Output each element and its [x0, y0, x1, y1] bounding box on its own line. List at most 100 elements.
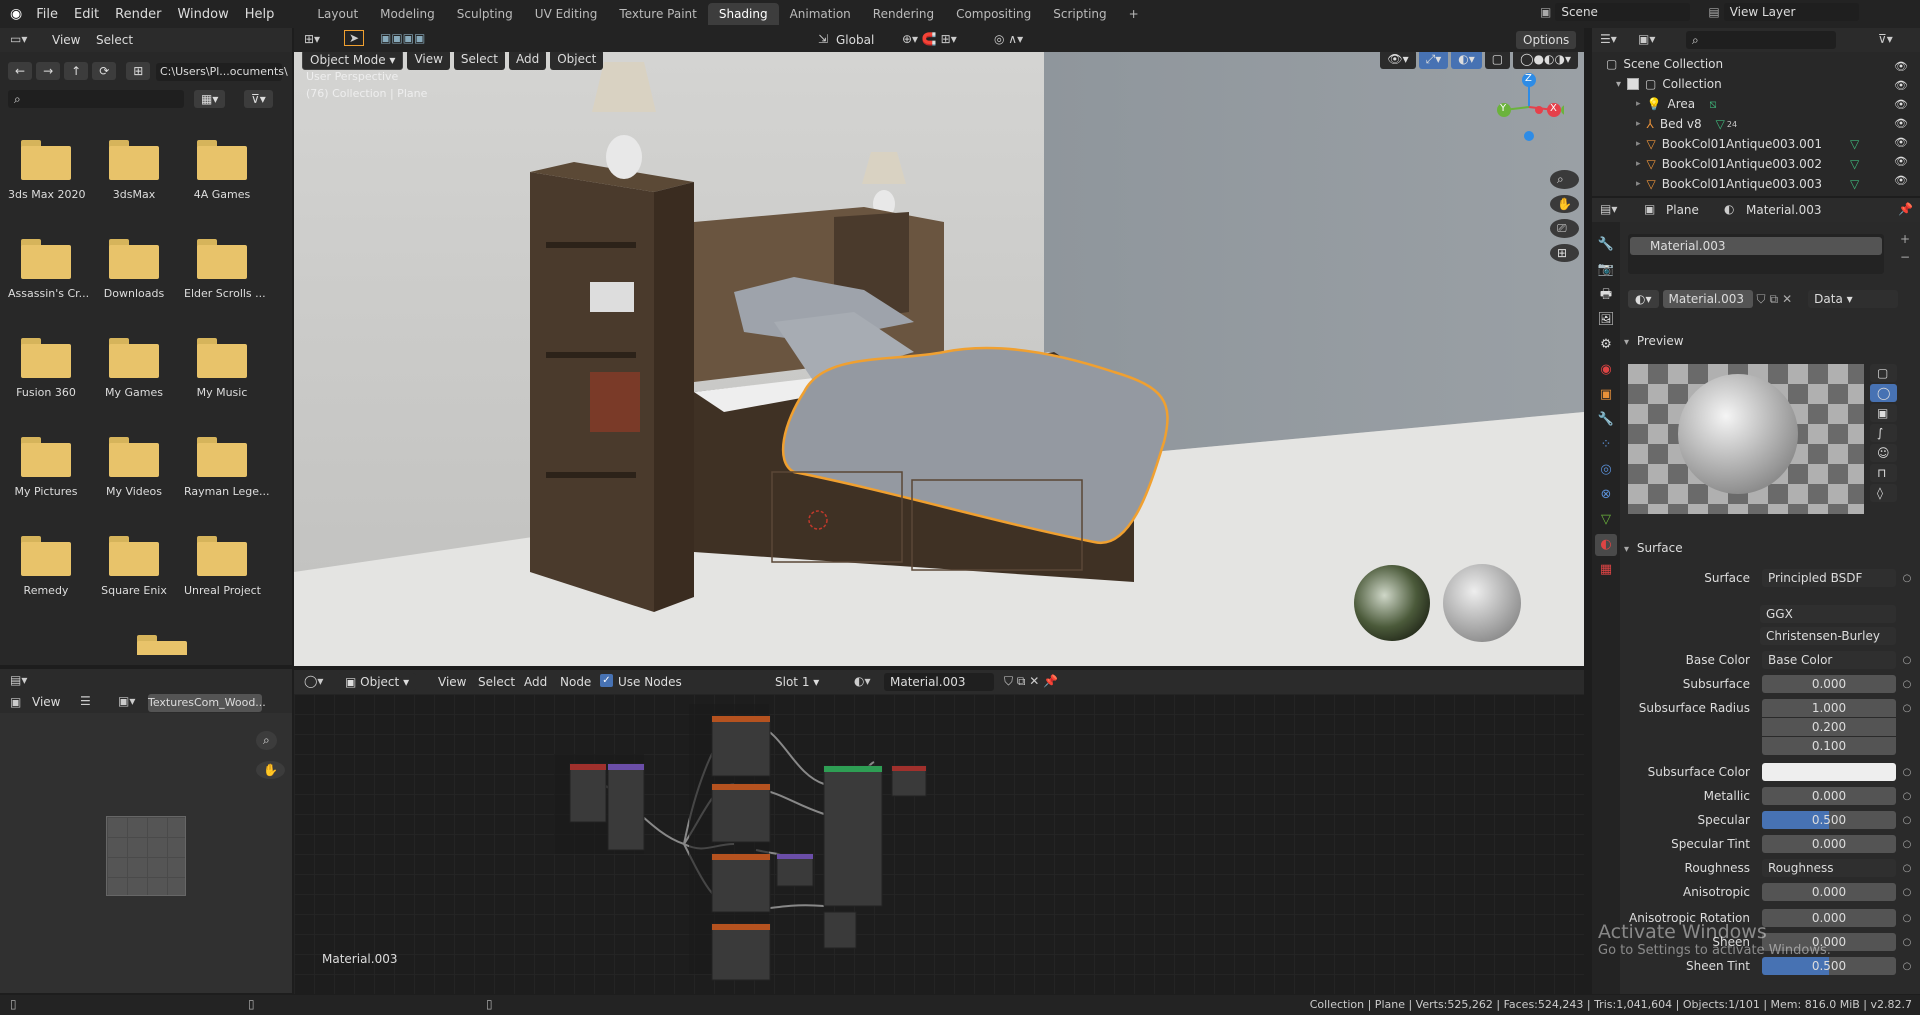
- keyframe-dot-icon[interactable]: ○: [1902, 703, 1912, 714]
- keyframe-dot-icon[interactable]: ○: [1902, 961, 1912, 972]
- eye-icon[interactable]: 👁: [1894, 60, 1908, 73]
- outliner-item[interactable]: ▸ ⅄ Bed v8 ▽ 24: [1592, 114, 1902, 134]
- duplicate-icon[interactable]: ⧉: [1770, 292, 1779, 307]
- tab-texture-paint[interactable]: Texture Paint: [608, 3, 707, 25]
- menu-file[interactable]: File: [28, 7, 66, 22]
- outliner-item[interactable]: ▸ 💡 Area ⧅: [1592, 94, 1902, 114]
- eye-icon[interactable]: 👁: [1894, 98, 1908, 111]
- tab-scripting[interactable]: Scripting: [1042, 3, 1117, 25]
- tab-rendering[interactable]: Rendering: [862, 3, 945, 25]
- editor-type-icon[interactable]: ⊞▾: [304, 32, 320, 46]
- editor-type-icon[interactable]: ☰▾: [1600, 32, 1617, 46]
- display-mode-icon[interactable]: ▣▾: [1638, 32, 1655, 46]
- physics-tab-icon[interactable]: ◎: [1595, 459, 1617, 481]
- editor-type-icon[interactable]: ▭▾: [10, 32, 27, 46]
- property-value-field[interactable]: [1762, 763, 1896, 781]
- property-value-field[interactable]: Roughness: [1762, 859, 1896, 877]
- expand-arrow-icon[interactable]: ▸: [1636, 119, 1641, 129]
- texture-tab-icon[interactable]: ▦: [1595, 559, 1617, 581]
- viewport[interactable]: User Perspective (76) Collection | Plane…: [294, 52, 1584, 666]
- material-browse-icon[interactable]: ◐▾: [854, 674, 871, 688]
- output-tab-icon[interactable]: 🖶: [1595, 284, 1617, 306]
- file-search-input[interactable]: ⌕: [8, 90, 184, 108]
- property-value-field[interactable]: Principled BSDF: [1762, 569, 1896, 587]
- node-menu-node[interactable]: Node: [560, 675, 591, 689]
- camera-icon[interactable]: ⎚: [1550, 219, 1579, 238]
- data-tab-icon[interactable]: ▽: [1595, 509, 1617, 531]
- editor-type-icon[interactable]: ◯▾: [304, 674, 323, 688]
- blender-logo-icon[interactable]: ◉: [0, 6, 28, 22]
- material-slot-list[interactable]: Material.003: [1628, 234, 1884, 274]
- expand-arrow-icon[interactable]: ▸: [1636, 159, 1641, 169]
- outliner-search-input[interactable]: ⌕: [1686, 31, 1836, 49]
- collection-checkbox[interactable]: [1627, 78, 1640, 90]
- display-mode-icon[interactable]: ▦▾: [194, 90, 226, 108]
- eye-icon[interactable]: 👁: [1894, 174, 1908, 187]
- gizmo-icon[interactable]: ⤢▾: [1418, 52, 1449, 69]
- property-value-field[interactable]: 1.000: [1762, 699, 1896, 717]
- tool-tab-icon[interactable]: 🔧: [1595, 234, 1617, 256]
- modifier-tab-icon[interactable]: 🔧: [1595, 409, 1617, 431]
- xray-icon[interactable]: ▢: [1484, 52, 1511, 69]
- outliner-item[interactable]: ▸ ▽ BookCol01Antique003.001 ▽: [1592, 134, 1902, 154]
- tab-uv-editing[interactable]: UV Editing: [524, 3, 609, 25]
- overlay-icon[interactable]: ◐▾: [1451, 52, 1482, 69]
- image-browse-icon[interactable]: ▣▾: [118, 694, 135, 708]
- menu-select[interactable]: Select: [96, 33, 133, 47]
- folder-item[interactable]: Square Enix: [96, 536, 172, 616]
- world-tab-icon[interactable]: ◉: [1595, 359, 1617, 381]
- pan-hand-icon[interactable]: ✋: [1550, 195, 1579, 213]
- outliner-scene-collection[interactable]: ▢ Scene Collection: [1592, 54, 1902, 74]
- tab-shading[interactable]: Shading: [707, 3, 779, 25]
- editor-type-icon[interactable]: ▤▾: [10, 673, 27, 687]
- folder-item[interactable]: Unreal Project: [184, 536, 261, 616]
- scene-field[interactable]: Scene: [1555, 3, 1691, 21]
- preview-fluid-icon[interactable]: ◊: [1870, 484, 1898, 502]
- preview-cloth-icon[interactable]: ⊓: [1870, 464, 1898, 482]
- image-mode-icon[interactable]: ▣: [10, 695, 21, 709]
- expand-arrow-icon[interactable]: ▸: [1636, 179, 1641, 189]
- expand-arrow-icon[interactable]: ▸: [1636, 139, 1641, 149]
- material-actions-icons[interactable]: ⛉ ⧉ ✕ 📌: [1004, 674, 1058, 689]
- keyframe-dot-icon[interactable]: ○: [1902, 913, 1912, 924]
- outliner-item[interactable]: ▸ ▽ BookCol01Antique003.002 ▽: [1592, 154, 1902, 174]
- eye-icon[interactable]: 👁: [1894, 117, 1908, 130]
- node-menu-add[interactable]: Add: [524, 675, 547, 689]
- slot-dropdown[interactable]: Slot 1 ▾: [768, 673, 840, 691]
- visibility-icon[interactable]: 👁▾: [1380, 52, 1416, 69]
- property-value-field[interactable]: 0.500: [1762, 957, 1896, 975]
- view-layer-tab-icon[interactable]: 🖼: [1595, 309, 1617, 331]
- keyframe-dot-icon[interactable]: ○: [1902, 679, 1912, 690]
- scene-tab-icon[interactable]: ⚙: [1595, 334, 1617, 356]
- pin-icon[interactable]: 📌: [1898, 202, 1913, 216]
- object-mode-dropdown[interactable]: Object Mode ▾: [302, 52, 404, 70]
- folder-item[interactable]: 3dsMax: [96, 140, 172, 220]
- menu-render[interactable]: Render: [107, 7, 169, 22]
- expand-arrow-icon[interactable]: ▸: [1636, 99, 1641, 109]
- property-value-field[interactable]: 0.100: [1762, 737, 1896, 755]
- eye-icon[interactable]: 👁: [1894, 136, 1908, 149]
- folder-item[interactable]: Downloads: [96, 239, 172, 319]
- eye-icon[interactable]: 👁: [1894, 155, 1908, 168]
- property-value-field[interactable]: GGX: [1760, 605, 1896, 623]
- image-name-field[interactable]: TexturesCom_Wood...: [148, 694, 266, 712]
- node-menu-view[interactable]: View: [438, 675, 466, 689]
- folder-item[interactable]: 3ds Max 2020: [8, 140, 85, 220]
- tab-compositing[interactable]: Compositing: [945, 3, 1042, 25]
- viewport-menu-view[interactable]: View: [407, 52, 450, 70]
- link-dropdown[interactable]: Data ▾: [1808, 290, 1899, 308]
- node-editor[interactable]: Material.003: [294, 694, 1584, 994]
- pivot-icon[interactable]: ⊕▾ 🧲 ⊞▾: [902, 32, 957, 46]
- material-tab-icon[interactable]: ◐: [1595, 534, 1617, 556]
- keyframe-dot-icon[interactable]: ○: [1902, 573, 1912, 584]
- tab-animation[interactable]: Animation: [779, 3, 862, 25]
- unlink-icon[interactable]: ✕: [1782, 292, 1792, 306]
- tab-modeling[interactable]: Modeling: [369, 3, 446, 25]
- property-value-field[interactable]: 0.000: [1762, 675, 1896, 693]
- property-value-field[interactable]: 0.000: [1762, 787, 1896, 805]
- keyframe-dot-icon[interactable]: ○: [1902, 815, 1912, 826]
- property-value-field[interactable]: Christensen-Burley: [1760, 627, 1896, 645]
- new-folder-icon[interactable]: ⊞: [126, 62, 151, 80]
- folder-item[interactable]: Fusion 360: [8, 338, 84, 418]
- menu-view[interactable]: View: [52, 33, 80, 47]
